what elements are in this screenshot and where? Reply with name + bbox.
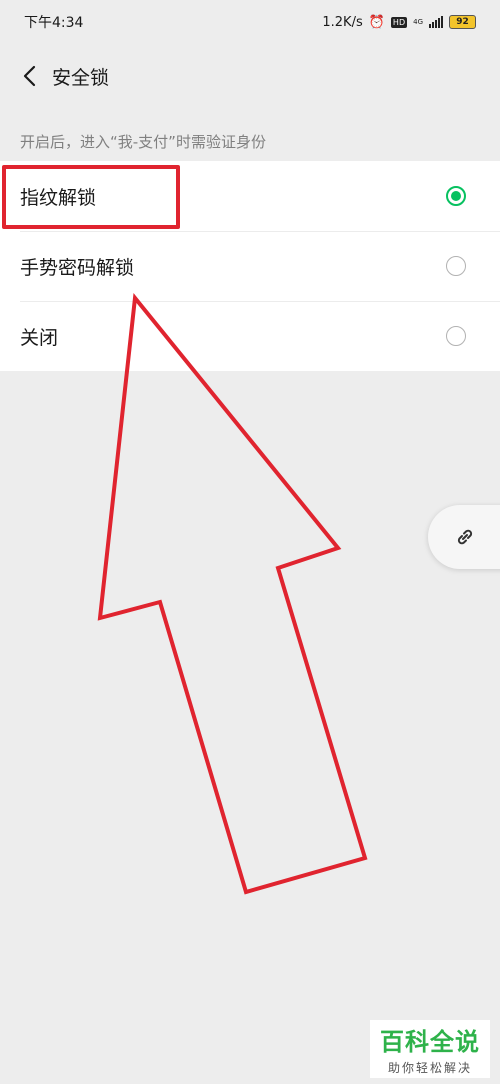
watermark-subtitle: 助你轻松解决 xyxy=(387,1061,472,1075)
option-label: 关闭 xyxy=(20,326,59,349)
link-icon xyxy=(457,529,473,545)
watermark-title: 百科全说 xyxy=(380,1028,480,1056)
net-speed: 1.2K/s xyxy=(322,14,363,30)
alarm-icon: ⏰ xyxy=(368,14,385,30)
hd-badge: HD xyxy=(390,16,408,28)
nav-bar: 安全锁 xyxy=(0,44,500,108)
signal-icon xyxy=(429,16,443,28)
option-fingerprint-unlock[interactable]: 指纹解锁 xyxy=(0,161,500,231)
back-button[interactable] xyxy=(14,56,44,96)
option-label: 手势密码解锁 xyxy=(20,256,135,279)
status-bar: 下午4:34 1.2K/s ⏰ HD 4G 92 xyxy=(0,0,500,44)
status-time: 下午4:34 xyxy=(24,15,84,31)
network-type: 4G xyxy=(413,17,423,26)
option-gesture-password-unlock[interactable]: 手势密码解锁 xyxy=(0,231,500,301)
battery-icon: 92 xyxy=(449,15,476,29)
radio-selected[interactable] xyxy=(446,186,466,206)
section-hint: 开启后，进入“我-支付”时需验证身份 xyxy=(20,133,266,151)
option-off[interactable]: 关闭 xyxy=(0,301,500,371)
page-title: 安全锁 xyxy=(52,66,110,89)
status-indicators: 1.2K/s ⏰ HD 4G 92 xyxy=(322,15,476,30)
radio-unselected[interactable] xyxy=(446,326,466,346)
chevron-left-icon xyxy=(23,65,36,87)
lock-options-list: 指纹解锁 手势密码解锁 关闭 xyxy=(0,161,500,371)
floating-link-button[interactable] xyxy=(428,505,500,569)
radio-unselected[interactable] xyxy=(446,256,466,276)
option-label: 指纹解锁 xyxy=(20,186,97,209)
watermark-logo: 百科全说 助你轻松解决 xyxy=(370,1020,490,1078)
